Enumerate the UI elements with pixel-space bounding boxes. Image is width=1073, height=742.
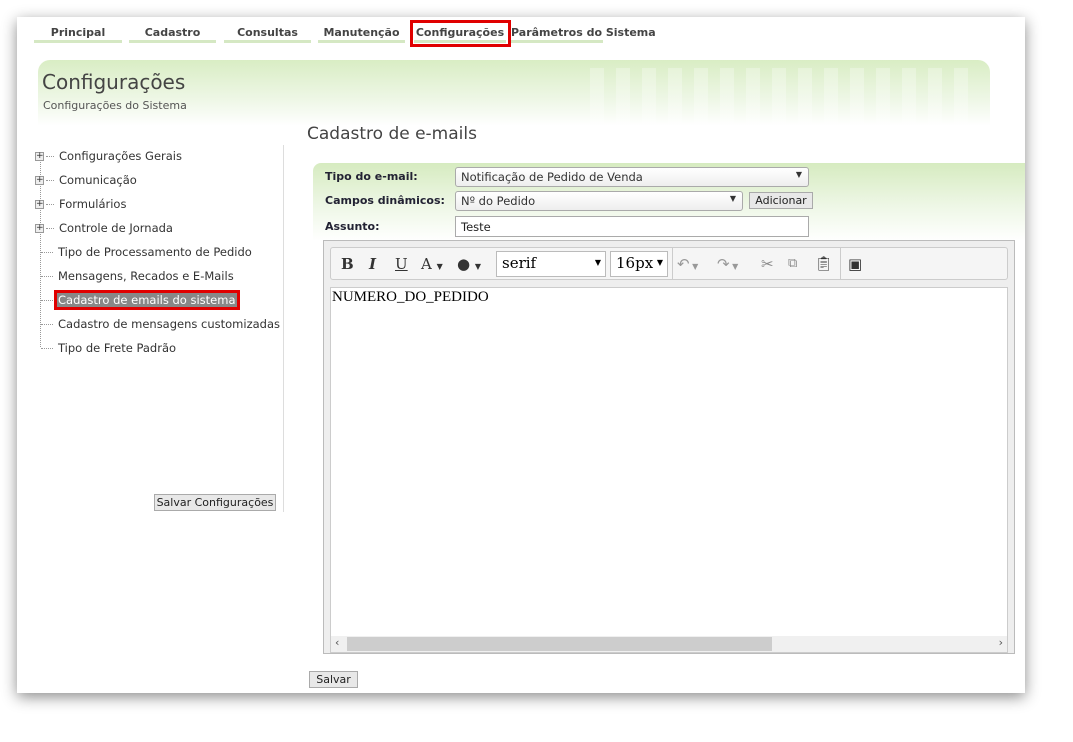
expand-icon[interactable]: + — [35, 200, 44, 209]
expand-icon[interactable]: + — [35, 176, 44, 185]
highlight-box — [410, 20, 511, 47]
page-header: Configurações Configurações do Sistema — [38, 60, 990, 126]
redo-icon[interactable]: ↷ ▼ — [717, 253, 738, 275]
tree-label-selected[interactable]: Cadastro de emails do sistema — [54, 290, 240, 310]
bold-button[interactable]: B — [341, 253, 354, 275]
copy-icon[interactable]: ⧉ — [788, 253, 797, 275]
tree-item-mensagens-customizadas[interactable]: Cadastro de mensagens customizadas — [41, 315, 281, 333]
banner-decoration — [590, 68, 980, 124]
undo-icon[interactable]: ↶ ▼ — [677, 253, 698, 275]
separator — [672, 248, 673, 279]
tab-principal[interactable]: Principal — [34, 25, 122, 43]
add-button[interactable]: Adicionar — [749, 192, 813, 209]
tree-label[interactable]: Configurações Gerais — [58, 149, 183, 163]
tree-item-cadastro-emails[interactable]: Cadastro de emails do sistema — [41, 290, 240, 310]
dropdown-arrow-icon: ▼ — [656, 258, 663, 267]
email-type-label: Tipo do e-mail: — [325, 170, 418, 183]
expand-icon[interactable]: + — [35, 224, 44, 233]
dropdown-arrow-icon: ▼ — [729, 194, 736, 203]
tree-label[interactable]: Cadastro de mensagens customizadas — [57, 317, 281, 331]
tree-item-controle-jornada[interactable]: + Controle de Jornada — [35, 219, 174, 237]
horizontal-scrollbar[interactable]: ‹ › — [331, 636, 1007, 652]
insert-image-icon[interactable]: ▣ — [848, 253, 862, 275]
tab-cadastro[interactable]: Cadastro — [129, 25, 216, 43]
italic-button[interactable]: I — [369, 253, 376, 275]
rich-text-editor: B I U A ▼ ● ▼ serif ▼ 16px ▼ ↶ ▼ ↷ ▼ ✂ ⧉ 📋… — [323, 240, 1015, 654]
subject-label: Assunto: — [325, 220, 380, 233]
save-button[interactable]: Salvar — [309, 671, 358, 688]
select-value: 16px — [616, 254, 654, 272]
dropdown-arrow-icon: ▼ — [795, 170, 802, 179]
save-settings-button[interactable]: Salvar Configurações — [154, 494, 276, 511]
scroll-right-icon[interactable]: › — [999, 636, 1003, 649]
tree-item-mensagens[interactable]: Mensagens, Recados e E-Mails — [41, 267, 235, 285]
tree-label[interactable]: Controle de Jornada — [58, 221, 174, 235]
scrollbar-thumb[interactable] — [347, 637, 772, 651]
highlight-color-button[interactable]: ● ▼ — [457, 253, 481, 275]
select-value: Notificação de Pedido de Venda — [461, 170, 643, 184]
tree-item-tipo-frete[interactable]: Tipo de Frete Padrão — [41, 339, 177, 357]
paste-icon[interactable]: 📋︎ — [815, 253, 833, 275]
font-color-icon: A — [421, 255, 432, 273]
dropdown-arrow-icon: ▼ — [594, 258, 601, 267]
tree-label[interactable]: Mensagens, Recados e E-Mails — [57, 269, 235, 283]
dropdown-arrow-icon: ▼ — [436, 262, 443, 271]
underline-button[interactable]: U — [395, 253, 408, 275]
scroll-left-icon[interactable]: ‹ — [335, 636, 339, 649]
tree-label[interactable]: Comunicação — [58, 173, 138, 187]
tree-label[interactable]: Formulários — [58, 197, 127, 211]
tree-label[interactable]: Tipo de Frete Padrão — [57, 341, 177, 355]
email-type-select[interactable]: Notificação de Pedido de Venda ▼ — [455, 167, 809, 187]
tab-manutencao[interactable]: Manutenção — [318, 25, 405, 43]
editor-toolbar: B I U A ▼ ● ▼ serif ▼ 16px ▼ ↶ ▼ ↷ ▼ ✂ ⧉ 📋… — [330, 247, 1008, 280]
font-family-select[interactable]: serif ▼ — [496, 251, 606, 277]
tab-consultas[interactable]: Consultas — [224, 25, 311, 43]
paint-bucket-icon: ● — [457, 255, 471, 273]
select-value: Nº do Pedido — [461, 194, 536, 208]
select-value: serif — [502, 254, 537, 272]
page-subtitle: Configurações do Sistema — [43, 99, 187, 112]
tree-label[interactable]: Tipo de Processamento de Pedido — [57, 245, 253, 259]
page: Principal Cadastro Consultas Manutenção … — [17, 17, 1025, 693]
tree-item-comunicacao[interactable]: + Comunicação — [35, 171, 138, 189]
subject-input[interactable]: Teste — [455, 216, 809, 237]
editor-content[interactable]: NUMERO_DO_PEDIDO ‹ › — [330, 287, 1008, 653]
tab-parametros-sistema[interactable]: Parâmetros do Sistema — [511, 25, 656, 43]
font-size-select[interactable]: 16px ▼ — [610, 251, 668, 277]
dynamic-fields-label: Campos dinâmicos: — [325, 194, 445, 207]
font-color-button[interactable]: A ▼ — [421, 253, 443, 275]
tree-item-formularios[interactable]: + Formulários — [35, 195, 127, 213]
editor-text[interactable]: NUMERO_DO_PEDIDO — [332, 289, 489, 306]
cut-icon[interactable]: ✂ — [761, 253, 774, 275]
dynamic-fields-select[interactable]: Nº do Pedido ▼ — [455, 191, 743, 211]
divider — [283, 145, 284, 512]
page-title: Configurações — [42, 70, 186, 94]
expand-icon[interactable]: + — [35, 152, 44, 161]
section-title: Cadastro de e-mails — [307, 124, 477, 144]
tree-item-configuracoes-gerais[interactable]: + Configurações Gerais — [35, 147, 183, 165]
tree-item-tipo-processamento[interactable]: Tipo de Processamento de Pedido — [41, 243, 253, 261]
dropdown-arrow-icon: ▼ — [474, 262, 482, 271]
separator — [840, 248, 841, 279]
